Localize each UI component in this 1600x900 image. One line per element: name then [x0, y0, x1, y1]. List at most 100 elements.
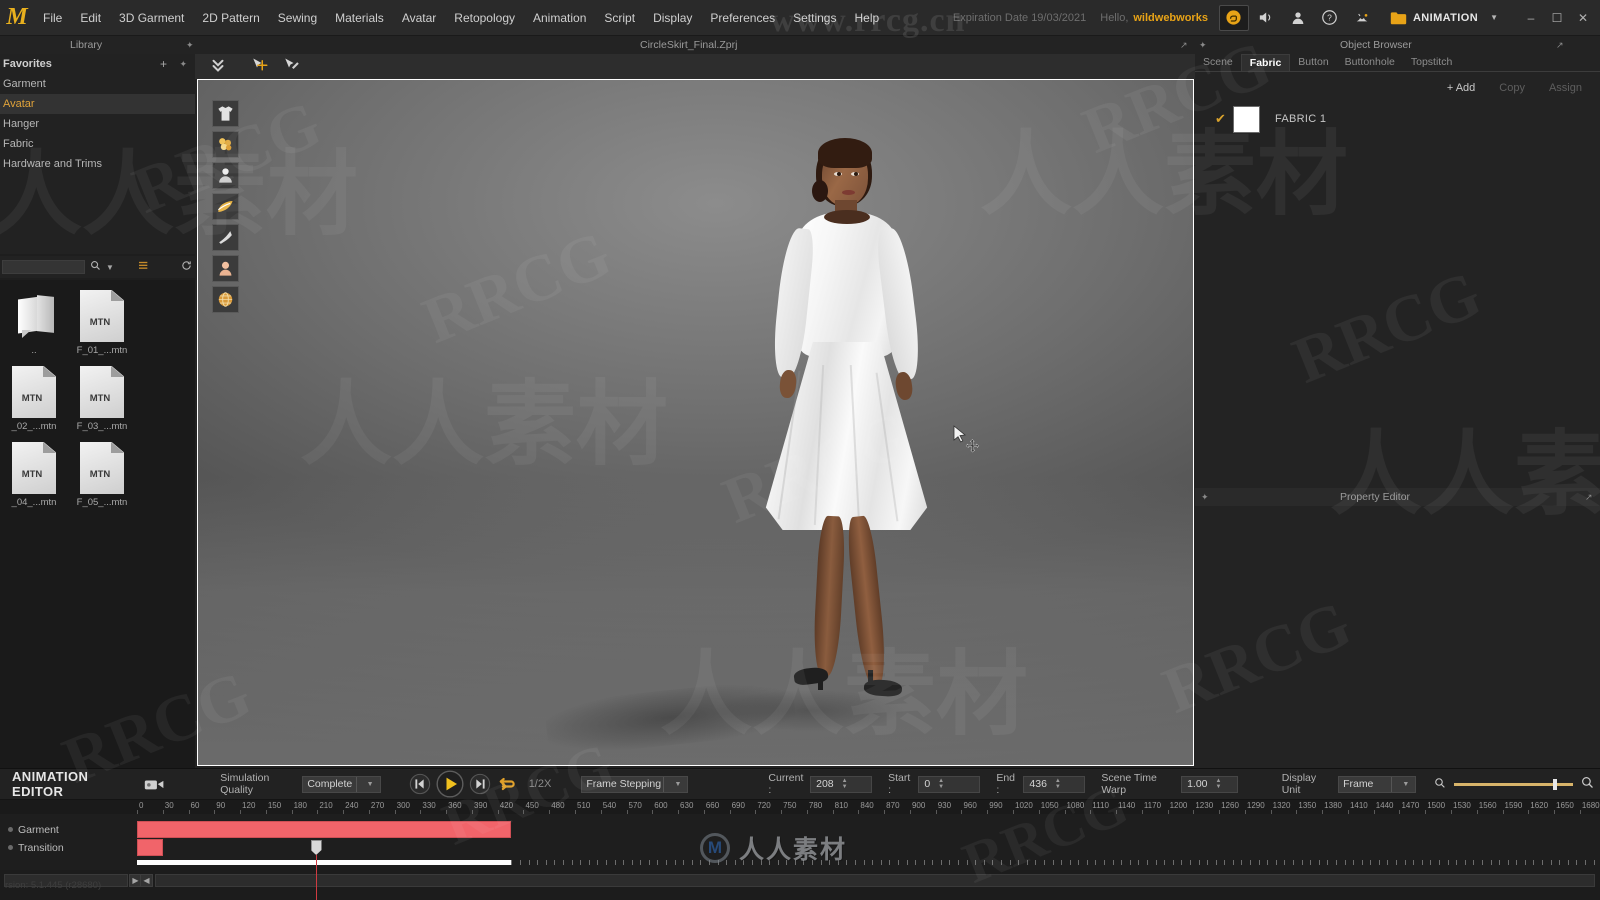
library-tree-item-avatar[interactable]: Avatar	[0, 94, 195, 114]
refresh-icon[interactable]	[181, 260, 192, 274]
track-toggle-dot[interactable]	[8, 845, 13, 850]
library-file-item[interactable]: ..	[0, 290, 68, 356]
ob-add-button[interactable]: + Add	[1435, 78, 1487, 98]
search-icon[interactable]	[90, 260, 101, 274]
library-file-grid[interactable]: .. MTN F_01_...mtn MTN _02_...mtn MTN F_03_...…	[0, 280, 195, 768]
checkmark-icon[interactable]: ✔	[1215, 111, 1233, 127]
timeline-playhead[interactable]	[310, 840, 322, 900]
menu-item-materials[interactable]: Materials	[326, 0, 393, 36]
library-tree-item-hardware-and-trims[interactable]: Hardware and Trims	[0, 154, 195, 174]
cloud-sync-icon[interactable]	[1218, 4, 1249, 31]
object-browser-list[interactable]: ✔ FABRIC 1	[1195, 102, 1600, 486]
track-clip[interactable]	[137, 821, 512, 838]
timeline-zoom-knob[interactable]	[1552, 778, 1557, 790]
track-lane[interactable]	[137, 821, 1597, 838]
stepper-arrows-icon[interactable]: ▲ ▼	[842, 778, 848, 790]
stepper-arrows-icon[interactable]: ▲ ▼	[1216, 778, 1222, 790]
add-favorite-icon[interactable]: +	[160, 57, 167, 71]
library-file-item[interactable]: MTN F_01_...mtn	[68, 290, 136, 356]
timeline-tracks[interactable]: Garment Transition	[0, 814, 1600, 900]
list-view-icon[interactable]	[139, 261, 149, 274]
menu-item-sewing[interactable]: Sewing	[269, 0, 326, 36]
search-filter-chevron-icon[interactable]: ▼	[106, 263, 114, 272]
tab-topstitch[interactable]: Topstitch	[1403, 54, 1460, 71]
tab-buttonhole[interactable]: Buttonhole	[1337, 54, 1403, 71]
library-tree-item-fabric[interactable]: Fabric	[0, 134, 195, 154]
scene-time-warp-stepper[interactable]: 1.00 ▲ ▼	[1181, 775, 1238, 793]
mode-selector[interactable]: ANIMATION ▼	[1384, 5, 1504, 31]
search-input-wrap[interactable]	[2, 260, 85, 274]
library-pin-icon[interactable]: ✦	[186, 40, 194, 51]
avatar-tool-icon[interactable]	[1347, 5, 1377, 31]
chevron-down-icon[interactable]: ▼	[663, 776, 683, 792]
library-tree-item-hanger[interactable]: Hanger	[0, 114, 195, 134]
chevron-down-icon[interactable]: ▼	[1490, 13, 1498, 22]
library-file-item[interactable]: MTN F_03_...mtn	[68, 366, 136, 432]
playback-speed-label[interactable]: 1/2X	[529, 778, 552, 790]
track-clip[interactable]	[137, 839, 163, 856]
zoom-out-icon[interactable]	[1434, 777, 1446, 792]
fabric-list-item[interactable]: ✔ FABRIC 1	[1195, 102, 1600, 136]
library-file-item[interactable]: MTN _02_...mtn	[0, 366, 68, 432]
play-icon[interactable]	[436, 769, 464, 799]
simulation-quality-dropdown[interactable]: Complete ▼	[302, 775, 381, 793]
menu-item-retopology[interactable]: Retopology	[445, 0, 524, 36]
chevron-down-icon[interactable]: ▼	[1391, 776, 1411, 792]
object-browser-pin-icon[interactable]: ✦	[1199, 40, 1207, 51]
fabric-tool-icon[interactable]	[212, 193, 239, 220]
track-label-garment[interactable]: Garment	[0, 821, 137, 838]
library-tree-item-garment[interactable]: Garment	[0, 74, 195, 94]
search-input[interactable]	[3, 261, 84, 274]
stepper-arrows-icon[interactable]: ▲ ▼	[938, 778, 944, 790]
property-editor-body[interactable]	[1195, 506, 1600, 768]
menu-item-avatar[interactable]: Avatar	[393, 0, 445, 36]
loop-icon[interactable]	[495, 771, 518, 797]
end-frame-stepper[interactable]: 436 ▲ ▼	[1023, 775, 1086, 793]
avatar-3d-model[interactable]	[668, 80, 998, 765]
viewport-3d[interactable]	[195, 54, 1195, 768]
chevron-down-icon[interactable]: ▼	[355, 776, 376, 792]
speaker-icon[interactable]	[1251, 5, 1281, 31]
select-mesh-icon[interactable]	[279, 55, 305, 77]
menu-item-script[interactable]: Script	[595, 0, 644, 36]
help-icon[interactable]: ?	[1315, 5, 1345, 31]
favorites-pin-icon[interactable]: ✦	[179, 59, 187, 70]
timeline-hscrollbar[interactable]	[155, 874, 1595, 887]
minimize-icon[interactable]: –	[1518, 5, 1544, 31]
track-lane[interactable]	[137, 839, 1597, 856]
move-gizmo-icon[interactable]	[247, 55, 273, 77]
property-editor-pin-icon[interactable]: ✦	[1201, 492, 1209, 503]
tab-scene[interactable]: Scene	[1195, 54, 1241, 71]
viewport-expand-icon[interactable]: ↗	[1180, 40, 1188, 51]
simulate-tool-icon[interactable]	[212, 131, 239, 158]
close-icon[interactable]: ✕	[1570, 5, 1596, 31]
menu-item-help[interactable]: Help	[845, 0, 888, 36]
stepper-arrows-icon[interactable]: ▲ ▼	[1055, 778, 1061, 790]
track-toggle-dot[interactable]	[8, 827, 13, 832]
object-browser-tabs[interactable]: Scene Fabric Button Buttonhole Topstitch	[1195, 54, 1600, 72]
start-frame-stepper[interactable]: 0 ▲ ▼	[918, 775, 981, 793]
property-editor-expand-icon[interactable]: ↗	[1585, 492, 1593, 503]
menu-item-2d-pattern[interactable]: 2D Pattern	[193, 0, 268, 36]
skip-end-icon[interactable]	[468, 771, 491, 797]
menu-item-settings[interactable]: Settings	[784, 0, 845, 36]
camera-icon[interactable]	[144, 777, 165, 792]
gizmo-tool-icon[interactable]	[212, 224, 239, 251]
garment-tool-icon[interactable]	[212, 100, 239, 127]
menu-item-3d-garment[interactable]: 3D Garment	[110, 0, 193, 36]
library-file-item[interactable]: MTN F_05_...mtn	[68, 442, 136, 508]
ob-assign-button[interactable]: Assign	[1537, 78, 1594, 98]
username-label[interactable]: wildwebworks	[1133, 12, 1208, 24]
fabric-color-swatch[interactable]	[1233, 105, 1260, 133]
globe-tool-icon[interactable]	[212, 286, 239, 313]
face-tool-icon[interactable]	[212, 255, 239, 282]
add-track-icon[interactable]: ◀	[140, 874, 153, 887]
timeline-zoom-slider[interactable]	[1454, 778, 1573, 790]
current-frame-stepper[interactable]: 208 ▲ ▼	[810, 775, 873, 793]
menu-item-preferences[interactable]: Preferences	[701, 0, 784, 36]
user-icon[interactable]	[1283, 5, 1313, 31]
menu-item-file[interactable]: File	[34, 0, 71, 36]
maximize-icon[interactable]: ☐	[1544, 5, 1570, 31]
ob-copy-button[interactable]: Copy	[1487, 78, 1537, 98]
tab-button[interactable]: Button	[1290, 54, 1336, 71]
